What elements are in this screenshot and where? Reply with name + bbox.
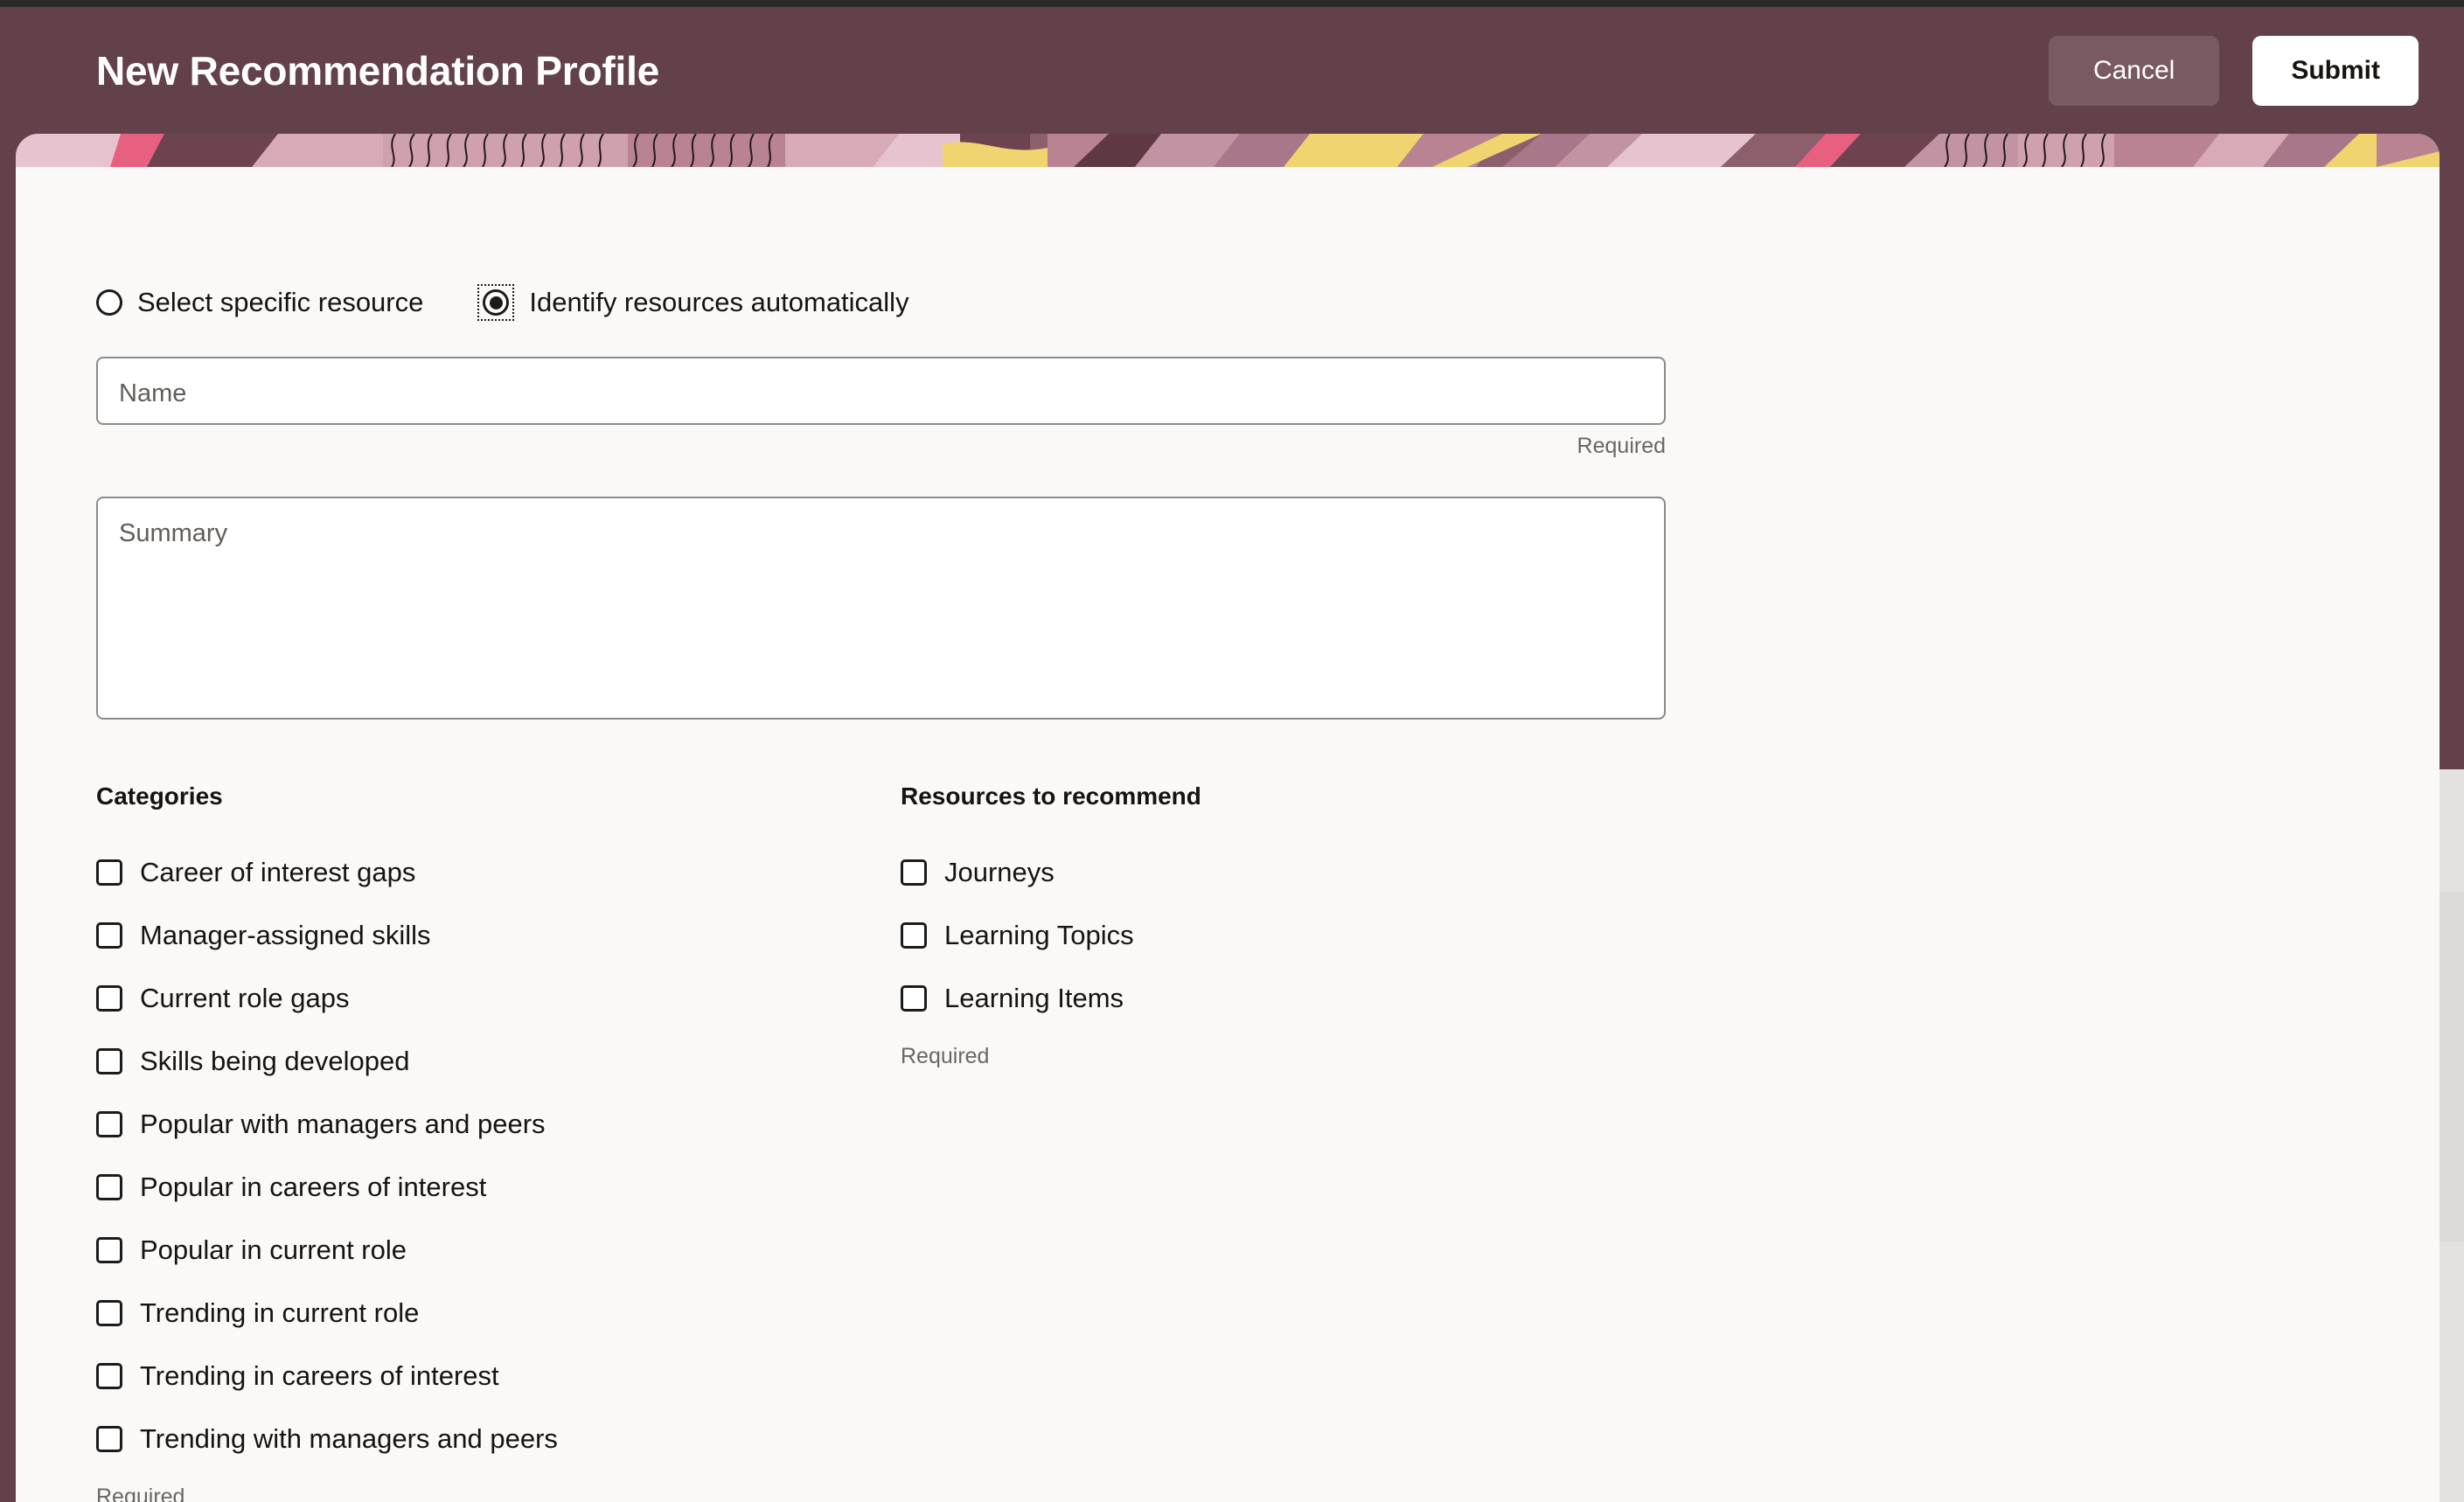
checkbox-label: Popular in current role — [140, 1234, 407, 1265]
page-header: New Recommendation Profile Cancel Submit — [0, 7, 2464, 134]
checkbox-icon — [96, 1174, 122, 1200]
radio-identify-resources-automatically[interactable]: Identify resources automatically — [477, 284, 909, 321]
resources-title: Resources to recommend — [901, 782, 1201, 810]
name-field-block: Name Required — [96, 357, 2440, 459]
radio-label-select-specific-resource: Select specific resource — [137, 287, 424, 317]
radio-unchecked-icon — [96, 289, 122, 316]
header-actions: Cancel Submit — [2048, 35, 2419, 106]
content-card: Select specific resource Identify resour… — [16, 134, 2440, 1502]
summary-textarea[interactable]: Summary — [96, 497, 1666, 720]
checkbox-popular-in-careers-of-interest[interactable]: Popular in careers of interest — [96, 1156, 901, 1219]
resource-mode-radio-group: Select specific resource Identify resour… — [96, 284, 2440, 321]
summary-placeholder: Summary — [119, 519, 228, 547]
checkbox-label: Trending in current role — [140, 1297, 420, 1328]
checkbox-icon — [96, 1111, 122, 1137]
radio-checked-icon — [483, 289, 510, 316]
checkbox-journeys[interactable]: Journeys — [901, 841, 1705, 904]
checkbox-label: Popular with managers and peers — [140, 1109, 546, 1139]
checkbox-label: Popular in careers of interest — [140, 1172, 487, 1202]
name-placeholder: Name — [119, 379, 187, 407]
resources-column: Resources to recommend Journeys Learning… — [901, 782, 1705, 1502]
submit-button[interactable]: Submit — [2252, 35, 2419, 106]
checkbox-label: Trending with managers and peers — [140, 1423, 558, 1454]
checkbox-current-role-gaps[interactable]: Current role gaps — [96, 967, 901, 1030]
decorative-banner-image — [16, 134, 2440, 167]
checkbox-icon — [96, 985, 122, 1012]
checkbox-label: Current role gaps — [140, 983, 350, 1013]
checkbox-trending-in-careers-of-interest[interactable]: Trending in careers of interest — [96, 1345, 901, 1408]
checkbox-label: Skills being developed — [140, 1046, 410, 1076]
checkbox-trending-with-managers-and-peers[interactable]: Trending with managers and peers — [96, 1408, 901, 1471]
checkbox-label: Manager-assigned skills — [140, 920, 431, 950]
checkbox-icon — [901, 859, 927, 886]
checkbox-icon — [96, 1426, 122, 1452]
app-root: New Recommendation Profile Cancel Submit — [0, 0, 2464, 1502]
categories-column: Categories Career of interest gaps Manag… — [96, 782, 901, 1502]
checkbox-label: Learning Topics — [944, 920, 1134, 950]
checkbox-manager-assigned-skills[interactable]: Manager-assigned skills — [96, 904, 901, 967]
checkbox-learning-items[interactable]: Learning Items — [901, 967, 1705, 1030]
checkbox-label: Career of interest gaps — [140, 857, 416, 887]
name-input[interactable]: Name — [96, 357, 1666, 425]
checkbox-icon — [96, 1048, 122, 1074]
checkbox-popular-with-managers-and-peers[interactable]: Popular with managers and peers — [96, 1093, 901, 1156]
checkbox-icon — [96, 922, 122, 949]
scrollbar-thumb[interactable] — [2440, 892, 2464, 1241]
checkbox-career-of-interest-gaps[interactable]: Career of interest gaps — [96, 841, 901, 904]
resources-required-hint: Required — [901, 1044, 990, 1068]
checkbox-icon — [96, 859, 122, 886]
checkbox-skills-being-developed[interactable]: Skills being developed — [96, 1030, 901, 1093]
checkbox-learning-topics[interactable]: Learning Topics — [901, 904, 1705, 967]
summary-field-block: Summary — [96, 497, 2440, 720]
checkbox-icon — [901, 985, 927, 1012]
cancel-button[interactable]: Cancel — [2048, 35, 2220, 106]
checkbox-trending-in-current-role[interactable]: Trending in current role — [96, 1282, 901, 1345]
categories-required-hint: Required — [96, 1485, 185, 1502]
form-body: Select specific resource Identify resour… — [16, 167, 2440, 1502]
name-required-hint: Required — [1577, 434, 1666, 458]
checkbox-icon — [901, 922, 927, 949]
checkbox-label: Trending in careers of interest — [140, 1360, 499, 1391]
checkbox-label: Learning Items — [944, 983, 1124, 1013]
radio-focus-ring — [477, 284, 515, 321]
checkbox-icon — [96, 1300, 122, 1326]
browser-top-strip — [0, 0, 2464, 7]
checkbox-icon — [96, 1363, 122, 1389]
checkbox-label: Journeys — [944, 857, 1055, 887]
page-title: New Recommendation Profile — [96, 47, 660, 94]
categories-title: Categories — [96, 782, 223, 810]
checkbox-popular-in-current-role[interactable]: Popular in current role — [96, 1219, 901, 1282]
vertical-scrollbar[interactable] — [2440, 769, 2464, 1502]
radio-label-identify-resources-automatically: Identify resources automatically — [529, 287, 909, 317]
checkbox-icon — [96, 1237, 122, 1263]
checkbox-columns: Categories Career of interest gaps Manag… — [96, 782, 2440, 1502]
radio-select-specific-resource[interactable]: Select specific resource — [96, 287, 423, 318]
